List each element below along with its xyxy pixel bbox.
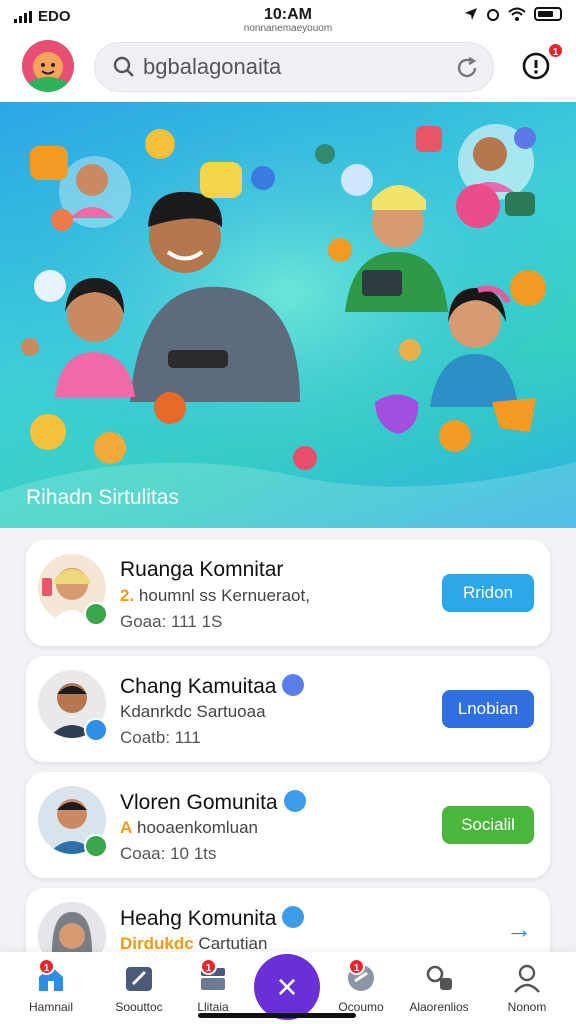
community-title-text: Chang Kamuitaa xyxy=(120,675,277,698)
nav-label: Llitaia xyxy=(197,1000,229,1014)
nav-label: Ocoumo xyxy=(338,1000,384,1014)
nav-item-home[interactable]: 1 Hamnail xyxy=(16,958,86,1014)
community-title: Chang Kamuitaa xyxy=(120,674,305,699)
battery-icon xyxy=(534,7,562,21)
subtitle-text: houmnl ss Kernueraot, xyxy=(138,586,310,605)
join-button[interactable]: Socialil xyxy=(442,806,534,844)
nav-item-groups[interactable]: Alaorenlios xyxy=(404,962,474,1014)
community-title-text: Vloren Gomunita xyxy=(120,791,278,814)
community-title-text: Heahg Komunita xyxy=(120,907,277,930)
verified-icon xyxy=(282,674,305,696)
layers-icon: 1 xyxy=(197,958,229,994)
chat-icon: 1 xyxy=(345,958,377,994)
community-title: Heahg Komunita xyxy=(120,906,305,931)
community-status-icon xyxy=(84,718,108,742)
community-subtitle: 2. houmnl ss Kernueraot, xyxy=(120,586,310,606)
nav-label: Alaorenlios xyxy=(409,1000,469,1014)
refresh-icon[interactable] xyxy=(455,56,479,80)
status-bar: EDO 10:AM nonnanemaeyouom xyxy=(0,0,576,34)
location-icon xyxy=(465,8,477,20)
community-meta: Coatb: 111 xyxy=(120,728,201,747)
group-icon xyxy=(423,962,455,994)
community-subtitle: Dirdukdc Cartutian xyxy=(120,934,267,954)
community-status-icon xyxy=(84,834,108,858)
subtitle-text: Cartutian xyxy=(198,934,268,953)
notification-button[interactable]: 1 xyxy=(520,42,564,84)
community-title: Vloren Gomunita xyxy=(120,790,306,815)
nav-item-library[interactable]: 1 Llitaia xyxy=(178,958,248,1014)
nav-item-chat[interactable]: 1 Ocoumo xyxy=(326,958,396,1014)
join-button[interactable]: Rridon xyxy=(442,574,534,612)
close-fab-button[interactable]: × xyxy=(254,954,320,1020)
avatar-face-icon xyxy=(22,40,74,92)
status-url: nonnanemaeyouom xyxy=(243,23,333,34)
home-indicator xyxy=(198,1013,356,1018)
subtitle-highlight: A xyxy=(120,818,133,837)
compass-icon xyxy=(123,962,155,994)
verified-icon xyxy=(282,906,305,928)
user-avatar[interactable] xyxy=(22,40,74,92)
notification-badge: 1 xyxy=(547,42,564,59)
search-input[interactable] xyxy=(143,54,443,80)
community-card[interactable]: Chang Kamuitaa Kdanrkdc Sartuoaa Coatb: … xyxy=(26,656,550,762)
nav-badge: 1 xyxy=(38,958,55,975)
alarm-icon xyxy=(487,9,499,21)
nav-item-profile[interactable]: Nonom xyxy=(492,962,562,1014)
wifi-icon xyxy=(508,7,526,21)
hero-illustration xyxy=(0,102,576,528)
profile-icon xyxy=(511,962,543,994)
nav-label: Hamnail xyxy=(28,1000,73,1014)
home-icon: 1 xyxy=(35,958,67,994)
arrow-right-icon[interactable]: → xyxy=(506,914,532,945)
community-title: Ruanga Komnitar xyxy=(120,558,284,581)
nav-label: Soouttoc xyxy=(115,1000,163,1014)
community-meta: Goaa: 111 1S xyxy=(120,612,223,631)
nav-badge: 1 xyxy=(200,958,217,975)
community-status-icon xyxy=(84,602,108,626)
nav-badge: 1 xyxy=(348,958,365,975)
verified-icon xyxy=(283,790,306,812)
top-header: 1 xyxy=(0,34,576,102)
community-card[interactable]: Ruanga Komnitar 2. houmnl ss Kernueraot,… xyxy=(26,540,550,646)
community-meta: Coaa: 10 1ts xyxy=(120,844,217,863)
subtitle-highlight: 2. xyxy=(120,586,135,605)
join-button[interactable]: Lnobian xyxy=(442,690,534,728)
subtitle-text: hooaenkomluan xyxy=(137,818,258,837)
search-bar[interactable] xyxy=(94,42,494,92)
hero-title: Rihadn Sirtulitas xyxy=(26,486,179,509)
status-right xyxy=(464,7,562,21)
search-icon xyxy=(113,56,134,77)
community-subtitle: Kdanrkdc Sartuoaa xyxy=(120,702,266,721)
hero-banner[interactable]: Rihadn Sirtulitas xyxy=(0,102,576,528)
subtitle-highlight: Dirdukdc xyxy=(120,934,194,953)
community-card[interactable]: Vloren Gomunita A hooaenkomluan Coaa: 10… xyxy=(26,772,550,878)
nav-label: Nonom xyxy=(507,1000,547,1014)
community-subtitle: A hooaenkomluan xyxy=(120,818,258,838)
nav-item-explore[interactable]: Soouttoc xyxy=(104,962,174,1014)
